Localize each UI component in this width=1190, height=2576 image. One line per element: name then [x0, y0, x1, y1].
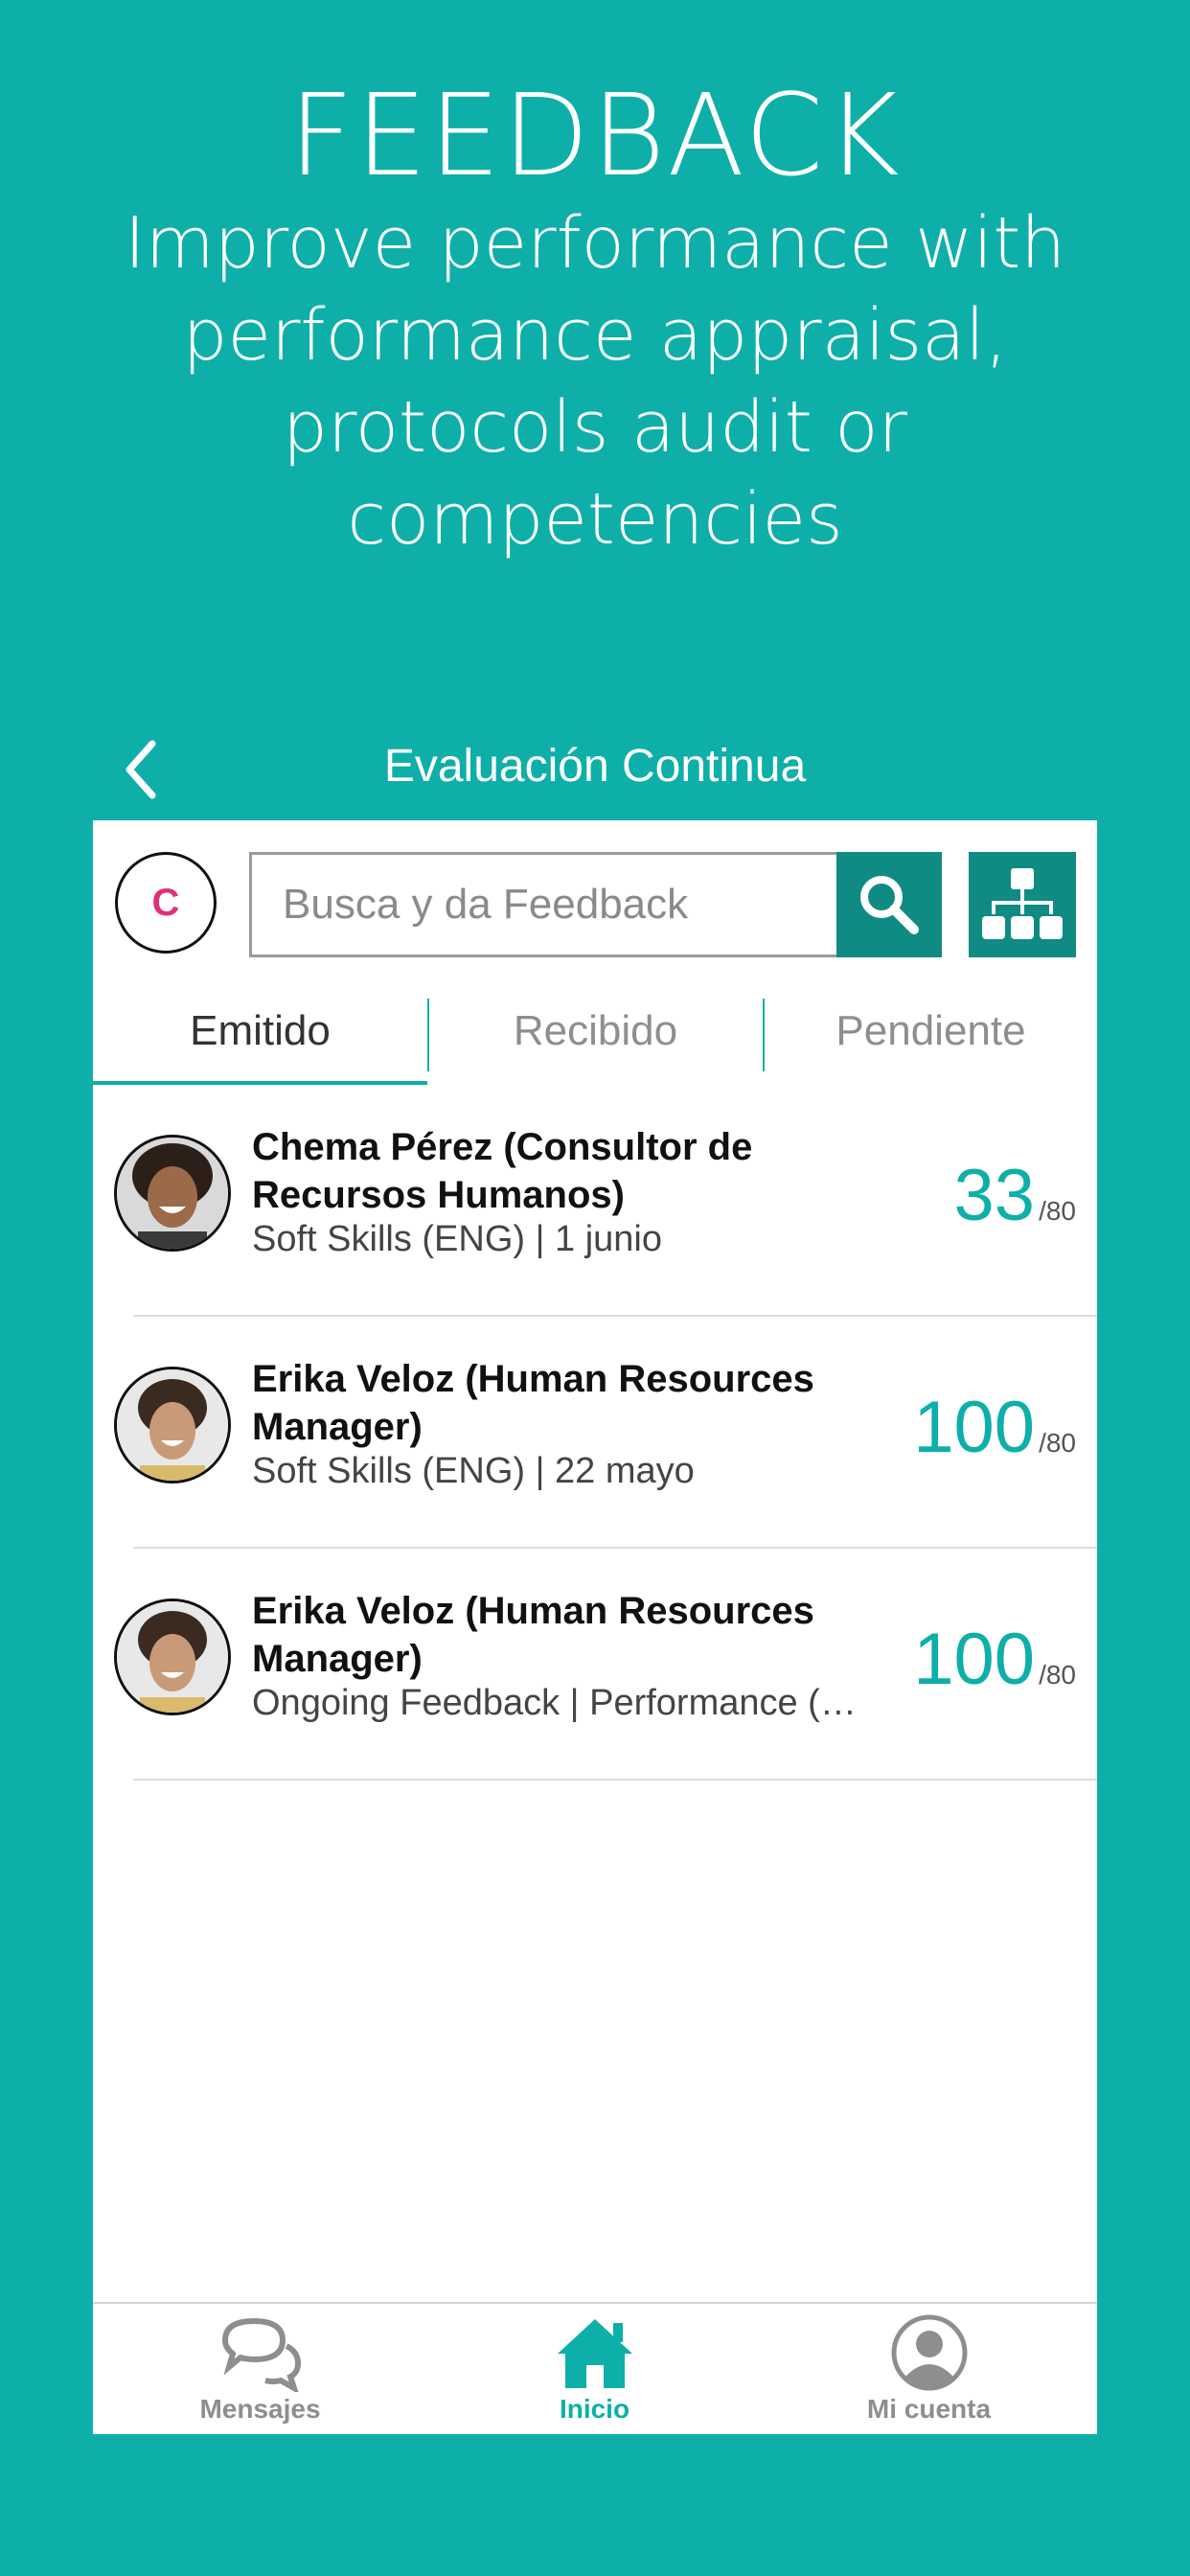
home-icon: [558, 2319, 632, 2388]
search-input[interactable]: [249, 852, 836, 957]
search-icon: [860, 876, 919, 934]
promo-subtitle: Improve performance with performance app…: [124, 202, 1066, 561]
search-button[interactable]: [836, 852, 942, 957]
tab-recibido[interactable]: Recibido: [428, 983, 763, 1085]
logo-letter: C: [151, 881, 180, 924]
org-chart-button[interactable]: [969, 852, 1076, 957]
org-chart-icon: [982, 868, 1063, 939]
score-value: 33: [953, 1155, 1036, 1236]
navbar: Evaluación Continua: [93, 721, 1097, 816]
nav-mi-cuenta[interactable]: Mi cuenta: [762, 2304, 1096, 2434]
evaluation-meta: Soft Skills (ENG) | 22 mayo: [252, 1451, 695, 1491]
avatar: [114, 1135, 231, 1252]
score-max: /80: [1039, 1660, 1076, 1690]
chat-bubbles-icon: [221, 2317, 302, 2392]
avatar: [114, 1598, 231, 1715]
score: 33/80: [954, 1154, 1076, 1237]
score-value: 100: [913, 1387, 1036, 1468]
evaluation-meta: Ongoing Feedback | Performance (ENG): [252, 1683, 875, 1723]
person-name: Erika Veloz (Human Resources Manager): [252, 1358, 814, 1448]
person-name: Chema Pérez (Consultor de Recursos Human…: [252, 1126, 753, 1216]
score-max: /80: [1039, 1196, 1076, 1226]
bottom-nav: Mensajes Inicio Mi cuenta: [93, 2302, 1097, 2434]
evaluation-meta: Soft Skills (ENG) | 1 junio: [252, 1219, 663, 1259]
nav-mensajes[interactable]: Mensajes: [93, 2304, 427, 2434]
avatar: [114, 1367, 231, 1484]
score: 100/80: [913, 1618, 1076, 1701]
row-divider: [133, 1779, 1097, 1781]
score: 100/80: [913, 1386, 1076, 1469]
list-item[interactable]: Erika Veloz (Human Resources Manager) On…: [93, 1549, 1097, 1781]
nav-label: Mi cuenta: [866, 2394, 992, 2424]
page-title: Evaluación Continua: [383, 741, 807, 792]
list-item[interactable]: Erika Veloz (Human Resources Manager) So…: [93, 1317, 1097, 1549]
promo-title: FEEDBACK: [288, 69, 902, 201]
score-max: /80: [1039, 1428, 1076, 1458]
tab-pendiente[interactable]: Pendiente: [764, 983, 1098, 1085]
user-account-icon: [891, 2314, 968, 2391]
tab-bar: Emitido Recibido Pendiente: [93, 983, 1097, 1085]
tab-emitido[interactable]: Emitido: [93, 983, 427, 1085]
person-name: Erika Veloz (Human Resources Manager): [252, 1590, 814, 1680]
nav-inicio[interactable]: Inicio: [427, 2304, 762, 2434]
list-item[interactable]: Chema Pérez (Consultor de Recursos Human…: [93, 1085, 1097, 1317]
nav-label: Mensajes: [199, 2394, 321, 2424]
score-value: 100: [913, 1619, 1036, 1700]
feedback-panel: C Emitido Recibido Pendiente: [93, 820, 1097, 2434]
nav-label: Inicio: [559, 2394, 630, 2424]
company-logo: C: [115, 852, 217, 954]
